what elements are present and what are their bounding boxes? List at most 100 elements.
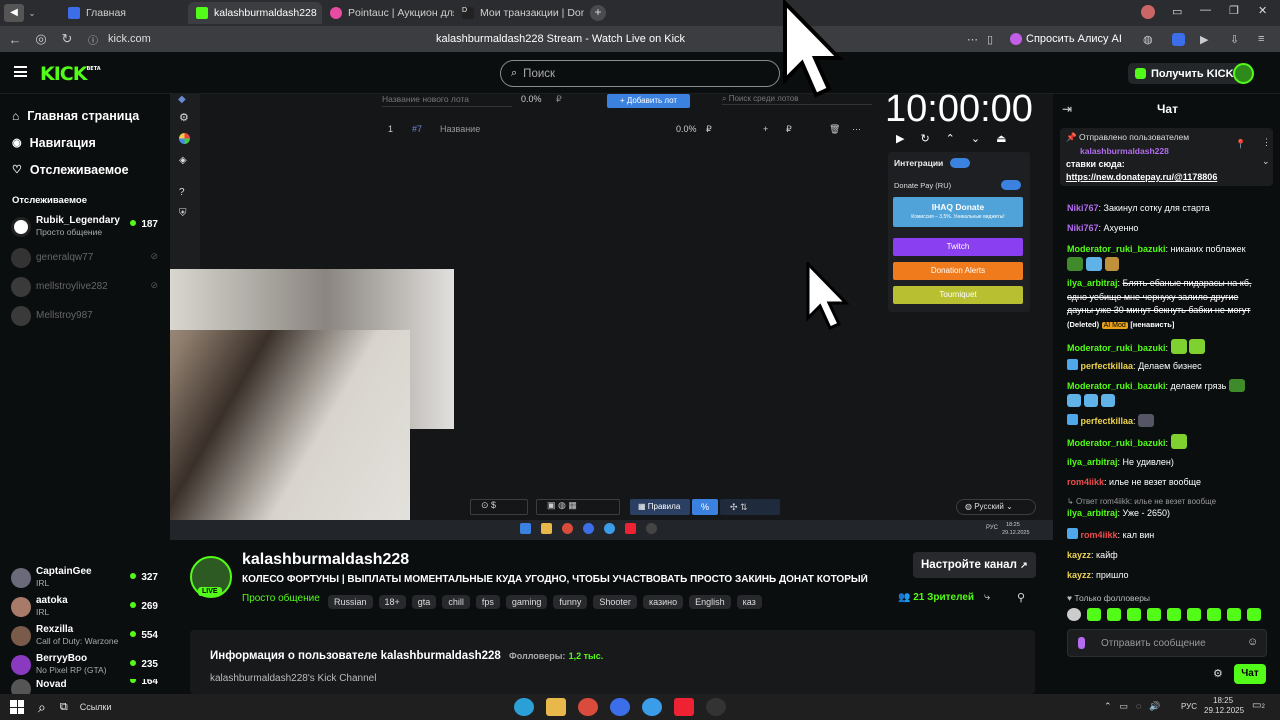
tag[interactable]: fps bbox=[475, 595, 500, 609]
chat-input[interactable]: Отправить сообщение ☺ bbox=[1067, 629, 1267, 657]
alice-button[interactable]: Спросить Алису AI bbox=[1010, 33, 1122, 45]
following-item[interactable]: Rubik_Legendary Просто общение 187 bbox=[0, 210, 170, 243]
emote-icon[interactable] bbox=[1107, 608, 1121, 621]
back-icon[interactable]: ← bbox=[2, 32, 28, 47]
emote-icon[interactable] bbox=[1187, 608, 1201, 621]
emote-icon[interactable] bbox=[1227, 608, 1241, 621]
explorer-icon[interactable] bbox=[546, 698, 566, 716]
viewer-count: 327 bbox=[130, 572, 158, 583]
pinned-link[interactable]: https://new.donatepay.ru/@1178806 bbox=[1066, 172, 1217, 182]
video-player[interactable]: ◆ ⚙ ◈ ? ⛨ Название нового лота 0.0% ₽ + … bbox=[170, 94, 1053, 540]
offline-icon: ⊘ bbox=[150, 251, 158, 261]
tab-pointauc[interactable]: Pointauc | Аукцион для ст bbox=[322, 2, 454, 24]
taskbar-search-icon[interactable]: ⌕ bbox=[38, 699, 46, 716]
notifications-icon[interactable]: ▭ bbox=[1172, 5, 1186, 19]
tag[interactable]: gaming bbox=[505, 595, 548, 609]
viewer-count: 554 bbox=[130, 630, 158, 641]
stream-category[interactable]: Просто общение bbox=[242, 593, 320, 604]
reload-icon[interactable]: ↻ bbox=[54, 31, 80, 47]
following-item[interactable]: generalqw77 ⊘ bbox=[0, 243, 170, 272]
shield-icon[interactable]: ◎ bbox=[28, 31, 54, 47]
channel-name[interactable]: kalashburmaldash228 bbox=[242, 551, 409, 569]
chat-settings-icon[interactable]: ⚙ bbox=[1213, 667, 1223, 680]
following-item[interactable]: aatoka IRL 269 bbox=[0, 592, 170, 621]
globe-icon[interactable]: ◍ bbox=[1143, 33, 1153, 46]
tab-list-chevron-icon[interactable]: ⌄ bbox=[24, 8, 40, 19]
get-kicks-button[interactable]: Получить KICKs bbox=[1128, 63, 1247, 84]
emote-icon[interactable] bbox=[1207, 608, 1221, 621]
menu-icon[interactable]: ≡ bbox=[1258, 33, 1264, 45]
follow-icon[interactable]: ⚲ bbox=[1017, 591, 1025, 604]
tag[interactable]: Russian bbox=[328, 595, 373, 609]
more-icon[interactable]: ⋯ bbox=[967, 33, 978, 46]
url-field[interactable]: kick.com bbox=[108, 33, 151, 45]
close-window-button[interactable]: ✕ bbox=[1258, 4, 1267, 17]
following-item[interactable]: BerryyBoo No Pixel RP (GTA) 235 bbox=[0, 650, 170, 679]
tab-home[interactable]: Главная bbox=[60, 2, 188, 24]
tag[interactable]: English bbox=[689, 595, 731, 609]
chat-message: Niki767: Закинул сотку для старта bbox=[1067, 203, 1210, 213]
pinned-more-icon[interactable]: ⋮ bbox=[1262, 137, 1271, 148]
sidebar-item-following[interactable]: ♡ Отслеживаемое bbox=[0, 156, 170, 183]
chat-message: kayzz: кайф bbox=[1067, 550, 1118, 560]
sidebar-item-browse[interactable]: ◉ Навигация bbox=[0, 129, 170, 156]
tag[interactable]: gta bbox=[411, 595, 437, 609]
emote-icon[interactable] bbox=[1087, 608, 1101, 621]
media-icon[interactable]: ▶ bbox=[1200, 33, 1208, 46]
tag[interactable]: каз bbox=[736, 595, 762, 609]
tag[interactable]: казино bbox=[642, 595, 684, 609]
emote-icon[interactable] bbox=[1067, 608, 1081, 621]
following-item[interactable]: mellstroylive282 ⊘ bbox=[0, 272, 170, 301]
yandex-icon[interactable] bbox=[674, 698, 694, 716]
downloads-icon[interactable]: ⇩ bbox=[1230, 33, 1239, 46]
profile-icon[interactable] bbox=[1141, 5, 1155, 19]
hamburger-menu-icon[interactable] bbox=[14, 66, 27, 77]
windows-start-icon[interactable] bbox=[10, 700, 24, 714]
emote-icon[interactable] bbox=[1147, 608, 1161, 621]
bookmark-icon[interactable]: ▯ bbox=[987, 33, 993, 46]
pin-icon[interactable]: 📍 bbox=[1235, 139, 1246, 150]
tag[interactable]: 18+ bbox=[378, 595, 406, 609]
emote-bar bbox=[1067, 608, 1261, 621]
obs-icon[interactable] bbox=[706, 698, 726, 716]
chrome-icon[interactable] bbox=[578, 698, 598, 716]
app-icon[interactable] bbox=[610, 698, 630, 716]
kick-logo[interactable]: KICKBETA bbox=[40, 63, 101, 85]
maximize-button[interactable]: ❐ bbox=[1229, 4, 1239, 17]
task-view-icon[interactable]: ⧉ bbox=[60, 701, 68, 714]
emote-icon[interactable] bbox=[1127, 608, 1141, 621]
notification-center-icon[interactable]: ▭2 bbox=[1252, 700, 1265, 711]
clock-date[interactable]: 29.12.2025 bbox=[1204, 706, 1244, 715]
emoji-icon[interactable]: ☺ bbox=[1247, 636, 1258, 648]
minimize-button[interactable]: — bbox=[1200, 4, 1211, 16]
site-info-icon[interactable]: ⓘ bbox=[80, 32, 106, 47]
search-input[interactable]: ⌕ Поиск bbox=[500, 60, 780, 87]
avatar[interactable] bbox=[1233, 63, 1254, 84]
send-chat-button[interactable]: Чат bbox=[1234, 664, 1266, 684]
extension-icon[interactable] bbox=[1172, 32, 1185, 46]
clock-time[interactable]: 18:25 bbox=[1213, 696, 1233, 705]
kicks-coin-icon bbox=[1135, 68, 1146, 79]
new-tab-button[interactable]: + bbox=[590, 5, 606, 21]
setup-channel-button[interactable]: Настройте канал ↗ bbox=[913, 552, 1036, 578]
collapse-chat-icon[interactable]: ⇥ bbox=[1062, 102, 1072, 116]
tag[interactable]: Shooter bbox=[593, 595, 637, 609]
sound-icon[interactable]: ◀ bbox=[4, 4, 24, 22]
following-item[interactable]: Rexzilla Call of Duty: Warzone 554 bbox=[0, 621, 170, 650]
following-item[interactable]: CaptainGee IRL 327 bbox=[0, 563, 170, 592]
edge-icon[interactable] bbox=[514, 698, 534, 716]
telegram-icon[interactable] bbox=[642, 698, 662, 716]
tag[interactable]: chill bbox=[442, 595, 470, 609]
offline-icon: ⊘ bbox=[150, 280, 158, 290]
emote-icon[interactable] bbox=[1247, 608, 1261, 621]
share-icon[interactable]: ⤷ bbox=[984, 591, 990, 604]
input-language[interactable]: РУС bbox=[1181, 702, 1197, 711]
following-item[interactable]: Mellstroy987 bbox=[0, 301, 170, 330]
expand-pinned-icon[interactable]: ⌄ bbox=[1262, 156, 1270, 167]
sidebar-item-home[interactable]: ⌂ Главная страница bbox=[0, 102, 170, 129]
emote-icon[interactable] bbox=[1167, 608, 1181, 621]
tag[interactable]: funny bbox=[553, 595, 588, 609]
taskbar-search-label[interactable]: Ссылки bbox=[80, 702, 112, 712]
tab-kick-stream[interactable]: kalashburmaldash228✕ bbox=[188, 2, 322, 24]
tab-donate[interactable]: DМои транзакции | Donate bbox=[454, 2, 584, 24]
